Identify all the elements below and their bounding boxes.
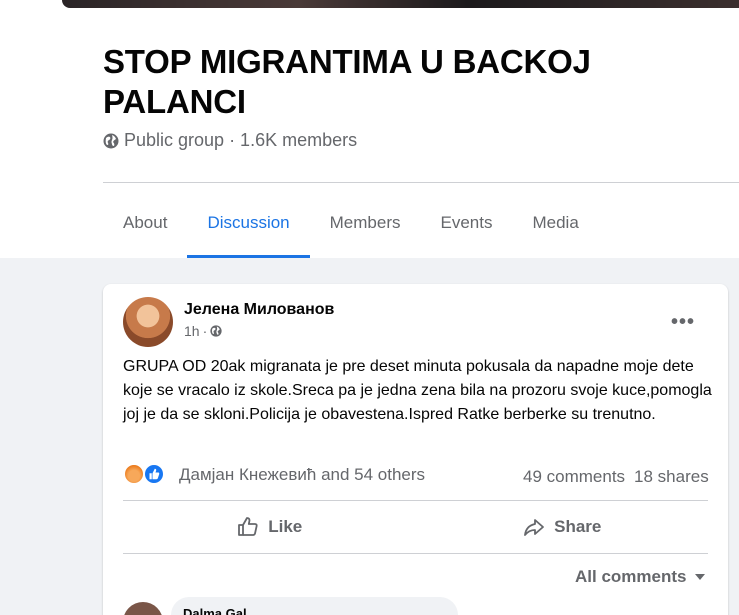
reactions-text[interactable]: Дамјан Кнежевић and 54 others (179, 465, 425, 485)
separator-dot: · (202, 323, 208, 339)
all-comments-dropdown[interactable]: All comments (575, 567, 706, 587)
angry-reaction-icon (123, 463, 145, 485)
cover-photo[interactable] (62, 0, 739, 8)
post-author[interactable]: Јелена Милованов (184, 301, 334, 319)
thumbs-up-icon (238, 517, 258, 536)
group-privacy-members: Public group · 1.6K members (124, 130, 358, 150)
avatar[interactable] (123, 297, 173, 347)
reaction-icons (123, 463, 171, 487)
post-timestamp: 1h · (184, 323, 222, 339)
tab-members[interactable]: Members (310, 188, 421, 258)
tab-media[interactable]: Media (512, 188, 598, 258)
group-meta: Public group · 1.6K members (103, 130, 357, 151)
globe-icon (103, 133, 119, 148)
header-divider (103, 182, 739, 183)
like-button[interactable]: Like (123, 501, 416, 553)
share-arrow-icon (524, 519, 545, 536)
comment-avatar[interactable] (123, 602, 163, 615)
reactions-summary[interactable]: Дамјан Кнежевић and 54 others (123, 463, 425, 487)
post-card: Јелена Милованов 1h · ••• GRUPA OD 20ak … (103, 284, 728, 615)
engagement-counts: 49 comments 18 shares (523, 467, 709, 487)
shares-count[interactable]: 18 shares (634, 467, 709, 487)
like-label: Like (268, 517, 303, 536)
group-tabs: About Discussion Members Events Media (103, 188, 599, 258)
tab-about[interactable]: About (103, 188, 187, 258)
group-title[interactable]: STOP MIGRANTIMA U BACKOJ PALANCI (103, 42, 663, 122)
tab-events[interactable]: Events (421, 188, 513, 258)
share-button[interactable]: Share (416, 501, 709, 553)
more-icon: ••• (670, 310, 695, 333)
group-header: STOP MIGRANTIMA U BACKOJ PALANCI Public … (0, 0, 739, 258)
comments-count[interactable]: 49 comments (523, 467, 625, 487)
thumbs-up-icon (149, 468, 160, 480)
post-time-text[interactable]: 1h (184, 323, 200, 339)
post-text: GRUPA OD 20ak migranata je pre deset min… (123, 358, 712, 423)
like-reaction-icon (143, 463, 165, 485)
share-label: Share (554, 517, 602, 536)
post-action-bar: Like Share (123, 500, 708, 554)
more-options-button[interactable]: ••• (669, 308, 697, 336)
tab-discussion[interactable]: Discussion (187, 188, 310, 258)
globe-icon (210, 325, 222, 337)
caret-down-icon (695, 574, 706, 580)
all-comments-label: All comments (575, 567, 687, 586)
comment-author[interactable]: Dalma Gal... (183, 606, 257, 615)
